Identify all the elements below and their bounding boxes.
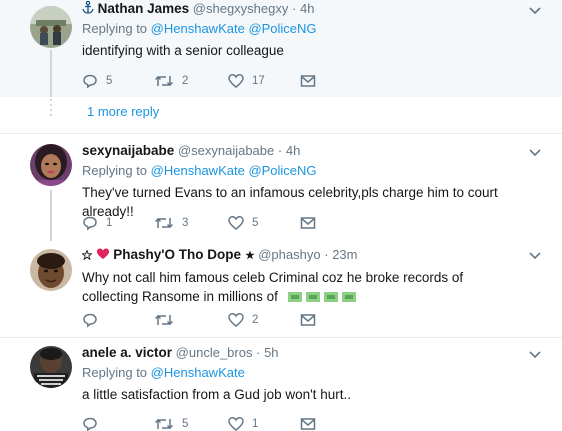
reply-button[interactable]: 1 — [82, 214, 112, 232]
money-bag-emoji — [287, 292, 356, 302]
separator: · — [292, 1, 297, 16]
star-outline-icon — [82, 250, 92, 260]
display-name[interactable]: Phashy'O Tho Dope — [113, 247, 241, 262]
message-button[interactable] — [300, 311, 316, 329]
like-button[interactable]: 5 — [228, 214, 258, 232]
reply-button[interactable] — [82, 311, 106, 329]
separator: · — [324, 247, 329, 262]
retweet-count: 2 — [182, 75, 189, 87]
heart-icon — [228, 216, 244, 230]
display-name[interactable]: sexynaijababe — [82, 143, 174, 158]
mention-link[interactable]: @HenshawKate — [151, 21, 245, 36]
tweet-nathan-james[interactable]: Nathan James @shegxyshegxy · 4h Replying… — [0, 0, 562, 97]
timestamp[interactable]: 4h — [300, 1, 314, 16]
reply-count: 5 — [106, 75, 113, 87]
heart-icon — [228, 74, 244, 88]
envelope-icon — [300, 217, 316, 229]
like-button[interactable]: 2 — [228, 311, 258, 329]
user-handle[interactable]: @sexynaijababe — [178, 143, 274, 158]
like-button[interactable]: 17 — [228, 72, 265, 90]
like-count: 1 — [252, 418, 259, 430]
replying-label: Replying to — [82, 365, 148, 380]
envelope-icon — [300, 75, 316, 87]
chevron-down-icon[interactable] — [528, 251, 542, 261]
anchor-icon — [82, 1, 94, 14]
replying-to: Replying to @HenshawKate — [82, 364, 542, 382]
like-count: 17 — [252, 75, 265, 87]
mention-link[interactable]: @HenshawKate — [151, 163, 245, 178]
mention-link[interactable]: @HenshawKate — [151, 365, 245, 380]
mention-link[interactable]: @PoliceNG — [248, 21, 316, 36]
reply-button[interactable] — [82, 415, 106, 431]
heart-icon — [228, 313, 244, 327]
tweet-text: Why not call him famous celeb Criminal c… — [82, 270, 464, 304]
user-handle[interactable]: @shegxyshegxy — [193, 1, 289, 16]
replying-to: Replying to @HenshawKate @PoliceNG — [82, 162, 542, 180]
reply-icon — [83, 74, 97, 89]
avatar[interactable] — [30, 249, 72, 291]
chevron-down-icon[interactable] — [528, 350, 542, 360]
separator: · — [256, 345, 261, 360]
reply-icon — [83, 417, 97, 431]
reply-icon — [83, 216, 97, 231]
chevron-down-icon[interactable] — [528, 6, 542, 16]
reply-icon — [83, 313, 97, 328]
tweet-text: identifying with a senior colleague — [82, 43, 284, 58]
like-count: 5 — [252, 217, 259, 229]
envelope-icon — [300, 314, 316, 326]
like-count: 2 — [252, 314, 259, 326]
retweet-icon — [154, 418, 174, 430]
display-name[interactable]: anele a. victor — [82, 345, 172, 360]
envelope-icon — [300, 418, 316, 430]
retweet-icon — [154, 75, 174, 87]
user-handle[interactable]: @uncle_bros — [176, 345, 253, 360]
replying-label: Replying to — [82, 163, 148, 178]
retweet-button[interactable]: 2 — [154, 72, 188, 90]
retweet-icon — [154, 217, 174, 229]
separator: · — [277, 143, 283, 158]
star-filled-icon — [245, 250, 255, 260]
timestamp[interactable]: 4h — [286, 143, 300, 158]
red-heart-icon — [96, 248, 109, 260]
message-button[interactable] — [300, 72, 316, 90]
mention-link[interactable]: @PoliceNG — [248, 163, 316, 178]
tweet-phashyo[interactable]: Phashy'O Tho Dope @phashyo · 23m Why not… — [0, 241, 562, 337]
thread-dots — [50, 99, 52, 119]
retweet-icon — [154, 314, 174, 326]
reply-count: 1 — [106, 217, 113, 229]
heart-icon — [228, 417, 244, 431]
user-handle[interactable]: @phashyo — [258, 247, 320, 262]
message-button[interactable] — [300, 214, 316, 232]
retweet-button[interactable]: 5 — [154, 415, 188, 431]
chevron-down-icon[interactable] — [528, 148, 542, 158]
retweet-button[interactable] — [154, 311, 182, 329]
timestamp[interactable]: 5h — [264, 345, 278, 360]
more-reply-link[interactable]: 1 more reply — [87, 104, 159, 119]
avatar[interactable] — [30, 6, 72, 48]
like-button[interactable]: 1 — [228, 415, 258, 431]
reply-button[interactable]: 5 — [82, 72, 112, 90]
retweet-count: 5 — [182, 418, 189, 430]
retweet-button[interactable]: 3 — [154, 214, 188, 232]
tweet-sexynaijababe[interactable]: sexynaijababe @sexynaijababe · 4h Replyi… — [0, 134, 562, 241]
avatar[interactable] — [30, 144, 72, 186]
replying-to: Replying to @HenshawKate @PoliceNG — [82, 20, 542, 38]
replying-label: Replying to — [82, 21, 148, 36]
tweet-text: a little satisfaction from a Gud job won… — [82, 387, 351, 402]
timestamp[interactable]: 23m — [332, 247, 357, 262]
display-name[interactable]: Nathan James — [98, 1, 190, 16]
message-button[interactable] — [300, 415, 316, 431]
retweet-count: 3 — [182, 217, 189, 229]
tweet-anele-victor[interactable]: anele a. victor @uncle_bros · 5h Replyin… — [0, 338, 562, 431]
avatar[interactable] — [30, 346, 72, 388]
